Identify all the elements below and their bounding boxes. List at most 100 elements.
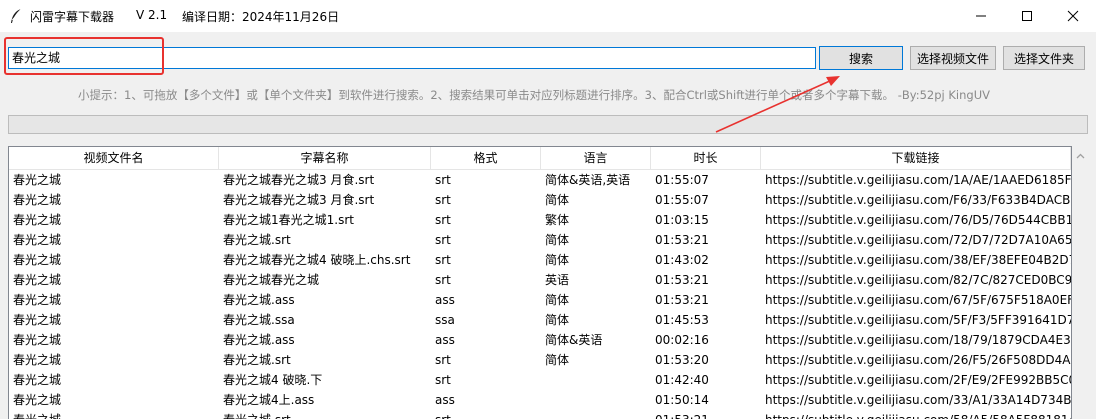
cell-link: https://subtitle.v.geilijiasu.com/72/D7/… — [765, 233, 1071, 247]
table-row[interactable]: 春光之城 春光之城春光之城3 月食.srt srt 简体&英语,英语 01:55:07 h… — [9, 170, 1071, 190]
column-header-format[interactable]: 格式 — [431, 147, 541, 169]
cell-subtitle: 春光之城4 破晓.下 — [223, 373, 323, 387]
cell-language — [541, 410, 651, 419]
table-row[interactable]: 春光之城 春光之城.ass ass 简体 01:53:21 https://subtitl… — [9, 290, 1071, 310]
table-row[interactable]: 春光之城春光之城.srtsrt 01:53:21https://subtitle.… — [9, 410, 1071, 419]
column-header-video[interactable]: 视频文件名 — [9, 147, 219, 169]
cell-duration: 01:55:07 — [655, 193, 709, 207]
cell-link: https://subtitle.v.geilijiasu.com/F6/33/… — [765, 193, 1071, 207]
cell-link: https://subtitle.v.geilijiasu.com/18/79/… — [765, 333, 1071, 347]
cell-format: srt — [435, 193, 451, 207]
cell-duration: 01:50:14 — [655, 393, 709, 407]
cell-format: srt — [435, 233, 451, 247]
cell-subtitle: 春光之城.srt — [223, 233, 291, 247]
cell-video: 春光之城 — [13, 293, 62, 307]
cell-video: 春光之城 — [13, 233, 62, 247]
cell-link: https://subtitle.v.geilijiasu.com/38/EF/… — [765, 253, 1071, 267]
cell-subtitle: 春光之城春光之城4 破晓上.chs.srt — [223, 253, 411, 267]
progress-bar — [8, 115, 1088, 134]
table-row[interactable]: 春光之城 春光之城4上.ass ass 01:50:14 https://subtitl… — [9, 390, 1071, 410]
table-body: 春光之城 春光之城春光之城3 月食.srt srt 简体&英语,英语 01:55:07 h… — [9, 170, 1071, 419]
cell-duration: 01:53:21 — [655, 233, 709, 247]
cell-language: 简体 — [545, 353, 570, 367]
cell-link: https://subtitle.v.geilijiasu.com/58/A5/… — [761, 410, 1071, 419]
cell-format: srt — [435, 253, 451, 267]
cell-duration: 00:02:16 — [655, 333, 709, 347]
cell-duration: 01:45:53 — [655, 313, 709, 327]
select-video-button[interactable]: 选择视频文件 — [910, 46, 996, 70]
cell-format: ass — [435, 293, 455, 307]
cell-duration: 01:53:21 — [651, 410, 761, 419]
minimize-button[interactable] — [958, 0, 1004, 32]
search-button[interactable]: 搜索 — [819, 46, 903, 70]
cell-subtitle: 春光之城1春光之城1.srt — [223, 213, 354, 227]
cell-language: 简体 — [545, 193, 570, 207]
cell-subtitle: 春光之城春光之城3 月食.srt — [223, 193, 375, 207]
results-table: 视频文件名 字幕名称 格式 语言 时长 下载链接 春光之城 春光之城春光之城3 月… — [8, 146, 1072, 419]
cell-video: 春光之城 — [9, 410, 219, 419]
select-folder-button[interactable]: 选择文件夹 — [1003, 46, 1085, 70]
close-button[interactable] — [1050, 0, 1096, 32]
cell-video: 春光之城 — [13, 173, 62, 187]
column-header-language[interactable]: 语言 — [541, 147, 651, 169]
cell-language: 英语 — [545, 273, 570, 287]
cell-video: 春光之城 — [13, 353, 62, 367]
cell-format: ssa — [435, 313, 455, 327]
cell-subtitle: 春光之城.ssa — [223, 313, 295, 327]
table-scrollbar[interactable] — [1072, 146, 1089, 419]
column-header-subtitle[interactable]: 字幕名称 — [219, 147, 431, 169]
cell-subtitle: 春光之城春光之城3 月食.srt — [223, 173, 375, 187]
cell-video: 春光之城 — [13, 213, 62, 227]
cell-link: https://subtitle.v.geilijiasu.com/26/F5/… — [765, 353, 1071, 367]
cell-duration: 01:53:20 — [655, 353, 709, 367]
cell-language: 简体&英语,英语 — [545, 173, 631, 187]
cell-language: 简体 — [545, 233, 570, 247]
cell-duration: 01:55:07 — [655, 173, 709, 187]
cell-video: 春光之城 — [13, 373, 62, 387]
table-row[interactable]: 春光之城 春光之城.ssa ssa 简体 01:45:53 https://subtitl… — [9, 310, 1071, 330]
cell-subtitle: 春光之城.ass — [223, 293, 295, 307]
minimize-icon — [976, 15, 986, 17]
cell-duration: 01:53:21 — [655, 293, 709, 307]
cell-format: srt — [431, 410, 541, 419]
table-row[interactable]: 春光之城 春光之城春光之城 srt 英语 01:53:21 https://subtitl… — [9, 270, 1071, 290]
cell-video: 春光之城 — [13, 333, 62, 347]
table-row[interactable]: 春光之城 春光之城.srt srt 简体 01:53:20 https://subtitl… — [9, 350, 1071, 370]
cell-duration: 01:03:15 — [655, 213, 709, 227]
feather-icon — [11, 8, 22, 23]
cell-link: https://subtitle.v.geilijiasu.com/82/7C/… — [765, 273, 1071, 287]
maximize-icon — [1022, 11, 1032, 21]
cell-language: 繁体 — [545, 213, 570, 227]
maximize-button[interactable] — [1004, 0, 1050, 32]
scroll-up-icon[interactable] — [1072, 148, 1089, 165]
cell-language: 简体 — [545, 313, 570, 327]
table-row[interactable]: 春光之城 春光之城.srt srt 简体 01:53:21 https://subtitl… — [9, 230, 1071, 250]
window-title: 闪雷字幕下载器 — [30, 10, 115, 24]
table-row[interactable]: 春光之城 春光之城春光之城4 破晓上.chs.srt srt 简体 01:43:02 ht… — [9, 250, 1071, 270]
hint-text: 小提示：1、可拖放【多个文件】或【单个文件夹】到软件进行搜索。2、搜索结果可单击… — [78, 88, 990, 102]
table-row[interactable]: 春光之城 春光之城1春光之城1.srt srt 繁体 01:03:15 https://s… — [9, 210, 1071, 230]
cell-video: 春光之城 — [13, 393, 62, 407]
title-bar: 闪雷字幕下载器 V 2.1 编译日期：2024年11月26日 — [0, 0, 1096, 32]
cell-subtitle: 春光之城春光之城 — [223, 273, 320, 287]
cell-language: 简体 — [545, 253, 570, 267]
cell-language — [541, 370, 651, 390]
table-row[interactable]: 春光之城 春光之城.ass ass 简体&英语 00:02:16 https://subt… — [9, 330, 1071, 350]
search-input[interactable] — [8, 47, 816, 69]
cell-format: ass — [435, 393, 455, 407]
cell-format: srt — [435, 213, 451, 227]
table-row[interactable]: 春光之城 春光之城春光之城3 月食.srt srt 简体 01:55:07 https:/… — [9, 190, 1071, 210]
column-header-link[interactable]: 下载链接 — [761, 147, 1071, 169]
cell-link: https://subtitle.v.geilijiasu.com/33/A1/… — [765, 393, 1071, 407]
cell-link: https://subtitle.v.geilijiasu.com/1A/AE/… — [765, 173, 1071, 187]
column-header-duration[interactable]: 时长 — [651, 147, 761, 169]
cell-duration: 01:42:40 — [655, 373, 709, 387]
cell-link: https://subtitle.v.geilijiasu.com/5F/F3/… — [765, 313, 1071, 327]
table-row[interactable]: 春光之城 春光之城4 破晓.下 srt 01:42:40 https://subtitl… — [9, 370, 1071, 390]
cell-format: ass — [435, 333, 455, 347]
cell-format: srt — [435, 373, 451, 387]
cell-language — [541, 390, 651, 410]
window-build-date: 编译日期：2024年11月26日 — [182, 10, 340, 24]
cell-link: https://subtitle.v.geilijiasu.com/67/5F/… — [765, 293, 1071, 307]
window-version: V 2.1 — [136, 8, 168, 22]
